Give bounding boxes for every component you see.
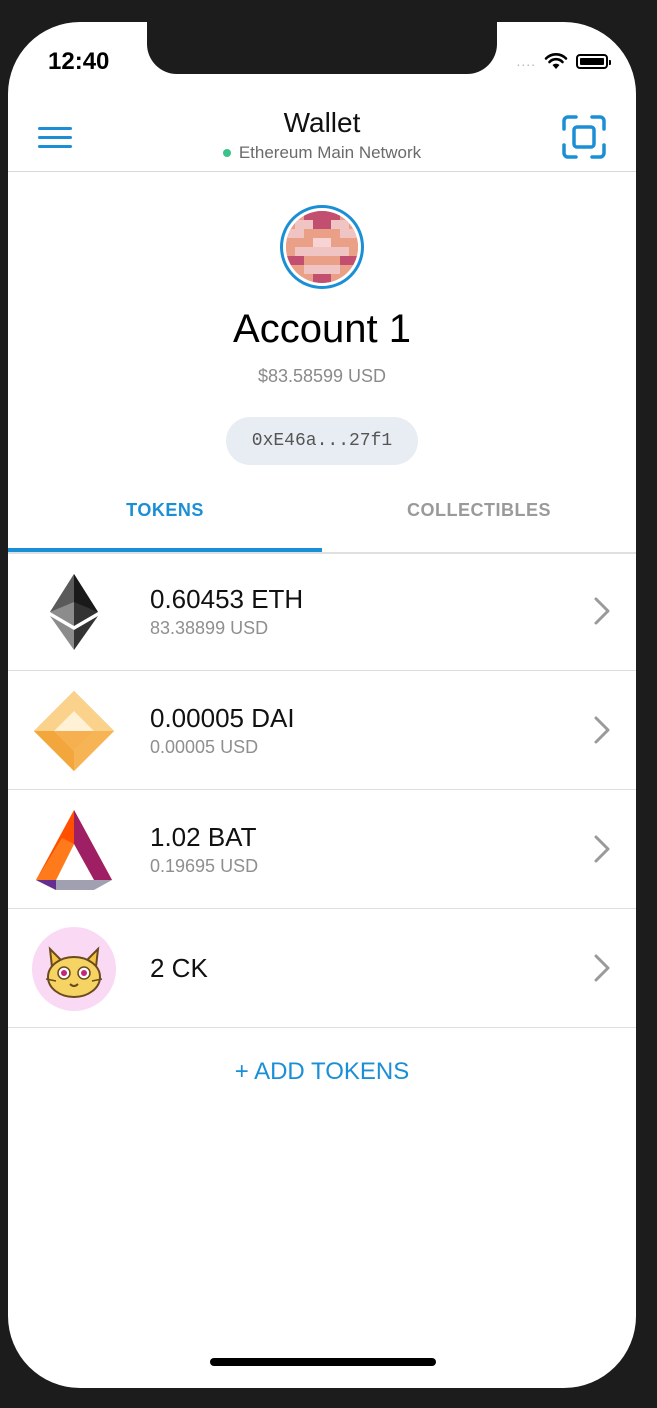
chevron-right-icon xyxy=(594,716,610,744)
status-icons: .... xyxy=(516,52,611,70)
account-name: Account 1 xyxy=(233,307,411,351)
chevron-right-icon xyxy=(594,835,610,863)
wifi-icon xyxy=(544,53,568,69)
token-amount: 2 CK xyxy=(150,953,208,983)
app-screen: 12:40 .... Wallet Ethereum Main Network xyxy=(8,22,636,1388)
chevron-right-icon xyxy=(594,597,610,625)
account-section: Account 1 $83.58599 USD 0xE46a...27f1 xyxy=(8,205,636,465)
account-balance: $83.58599 USD xyxy=(257,366,387,386)
identicon-icon xyxy=(286,211,358,283)
ethereum-icon xyxy=(50,574,98,650)
bat-icon xyxy=(36,810,112,890)
battery-icon xyxy=(576,53,611,69)
token-amount: 0.60453 ETH xyxy=(150,584,304,614)
network-name: Ethereum Main Network xyxy=(238,143,422,162)
chevron-right-icon xyxy=(594,954,610,982)
token-amount: 1.02 BAT xyxy=(150,822,257,852)
qr-scan-icon[interactable] xyxy=(562,115,606,159)
network-status-dot xyxy=(222,148,231,157)
home-indicator xyxy=(210,1358,436,1366)
navbar: Wallet Ethereum Main Network xyxy=(8,97,636,172)
token-row-dai[interactable]: 0.00005 DAI 0.00005 USD xyxy=(8,671,636,790)
token-list: 0.60453 ETH 83.38899 USD 0.00005 DAI 0.0… xyxy=(8,552,636,1028)
cryptokitties-icon xyxy=(32,927,116,1011)
token-row-ck[interactable]: 2 CK xyxy=(8,909,636,1028)
account-avatar[interactable] xyxy=(280,205,364,289)
dai-icon xyxy=(34,691,114,771)
status-time: 12:40 xyxy=(48,48,110,75)
token-amount: 0.00005 DAI xyxy=(150,703,295,733)
token-fiat-value: 0.00005 USD xyxy=(150,737,259,757)
add-tokens-button[interactable]: + ADD TOKENS xyxy=(8,1058,636,1086)
tab-bar: TOKENS COLLECTIBLES xyxy=(8,492,636,554)
page-title: Wallet xyxy=(283,107,361,138)
device-notch xyxy=(147,22,497,74)
tab-collectibles[interactable]: COLLECTIBLES xyxy=(322,500,636,521)
signal-icon: .... xyxy=(516,53,536,69)
account-address-button[interactable]: 0xE46a...27f1 xyxy=(226,417,418,465)
network-selector[interactable]: Ethereum Main Network xyxy=(8,143,636,163)
token-fiat-value: 0.19695 USD xyxy=(150,856,259,876)
tab-tokens[interactable]: TOKENS xyxy=(8,500,322,521)
token-row-bat[interactable]: 1.02 BAT 0.19695 USD xyxy=(8,790,636,909)
token-fiat-value: 83.38899 USD xyxy=(150,618,269,638)
token-row-eth[interactable]: 0.60453 ETH 83.38899 USD xyxy=(8,552,636,671)
